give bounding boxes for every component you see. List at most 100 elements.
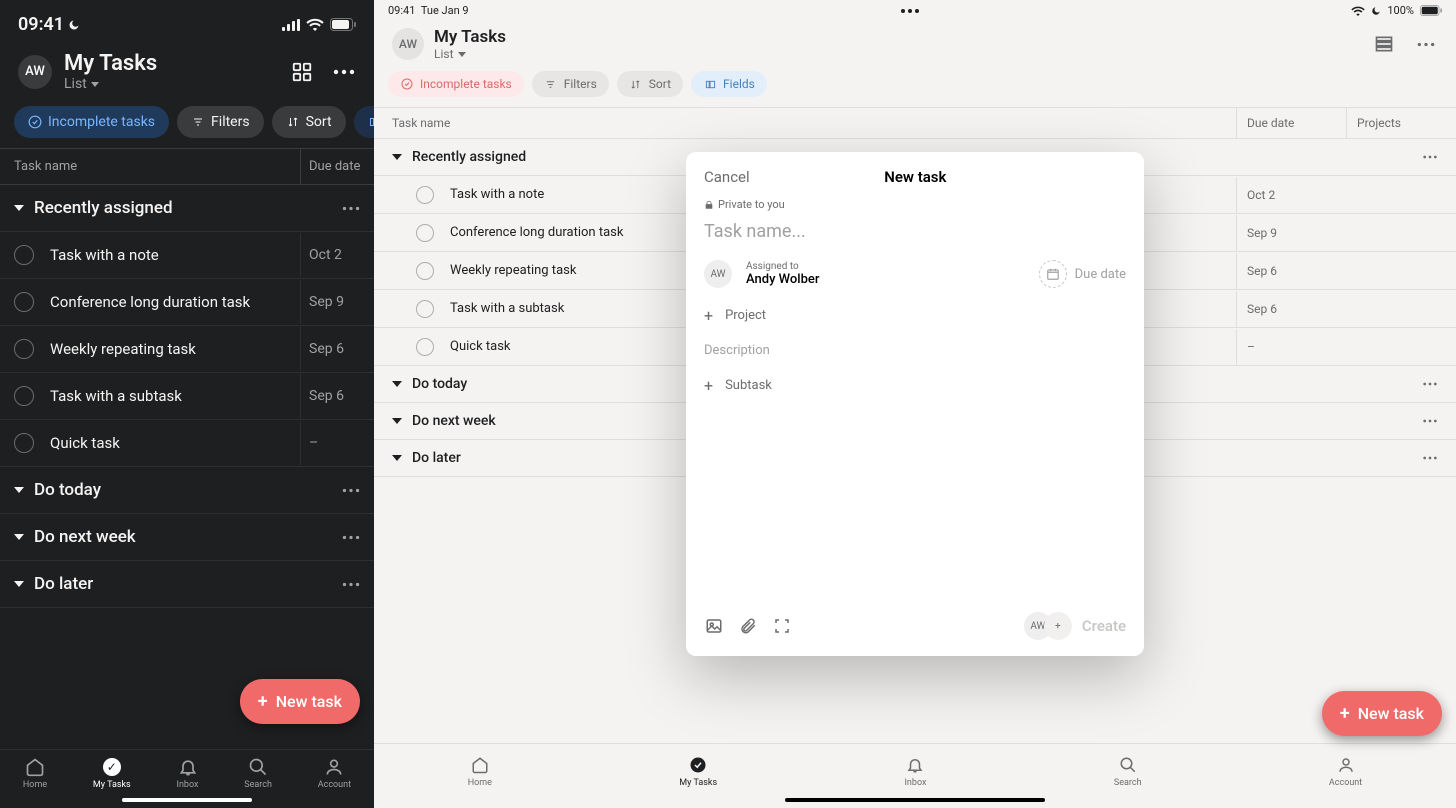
moon-icon xyxy=(68,19,80,31)
filter-icon xyxy=(191,115,205,129)
task-row[interactable]: Quick task– xyxy=(0,420,374,467)
subtask-field[interactable]: +Subtask xyxy=(704,376,1126,395)
tab-inbox[interactable]: Inbox xyxy=(177,756,199,790)
chip-fields[interactable]: Fields xyxy=(691,71,767,97)
view-selector[interactable]: List xyxy=(64,76,157,92)
assignee-avatar[interactable]: AW xyxy=(704,260,732,288)
more-icon[interactable] xyxy=(342,535,360,540)
expand-icon[interactable] xyxy=(772,616,792,636)
tab-mytasks[interactable]: My Tasks xyxy=(679,754,717,788)
description-input[interactable]: Description xyxy=(704,343,1126,358)
tablet-statusbar: 09:41 Tue Jan 9 100% xyxy=(374,0,1456,21)
page-title: My Tasks xyxy=(64,51,157,76)
view-selector[interactable]: List xyxy=(434,47,506,61)
task-row[interactable]: Task with a noteOct 2 xyxy=(0,232,374,279)
tab-home[interactable]: Home xyxy=(468,754,492,788)
new-task-button[interactable]: +New task xyxy=(1322,691,1442,736)
task-row[interactable]: Conference long duration taskSep 9 xyxy=(0,279,374,326)
assignee-field[interactable]: Assigned to Andy Wolber xyxy=(746,261,819,287)
task-row[interactable]: Weekly repeating taskSep 6 xyxy=(0,326,374,373)
due-date-field[interactable]: Due date xyxy=(1039,260,1126,288)
section-recently[interactable]: Recently assigned xyxy=(0,185,374,232)
statusbar-date: Tue Jan 9 xyxy=(421,4,469,17)
plus-icon: + xyxy=(1340,703,1350,724)
create-button[interactable]: Create xyxy=(1082,617,1126,635)
tab-inbox[interactable]: Inbox xyxy=(904,754,926,788)
attachment-icon[interactable] xyxy=(738,616,758,636)
chip-filters[interactable]: Filters xyxy=(532,71,609,97)
project-field[interactable]: +Project xyxy=(704,306,1126,325)
more-icon[interactable] xyxy=(1422,382,1438,386)
check-circle-icon[interactable] xyxy=(416,300,434,318)
more-icon[interactable] xyxy=(1414,32,1438,56)
chip-sort[interactable]: Sort xyxy=(272,106,346,138)
check-circle-icon[interactable] xyxy=(14,339,34,359)
avatar[interactable]: AW xyxy=(392,28,424,60)
wifi-icon xyxy=(306,18,324,31)
statusbar-time: 09:41 xyxy=(388,4,415,17)
task-name-input[interactable]: Task name... xyxy=(704,221,1126,242)
chevron-down-icon xyxy=(392,381,402,387)
tab-account[interactable]: Account xyxy=(1329,754,1362,788)
check-circle-icon[interactable] xyxy=(14,292,34,312)
chip-fields[interactable]: Fields xyxy=(354,106,374,138)
check-circle-icon[interactable] xyxy=(14,245,34,265)
check-circle-icon[interactable] xyxy=(416,262,434,280)
home-indicator xyxy=(122,798,252,802)
tab-search[interactable]: Search xyxy=(1114,754,1142,788)
battery-icon xyxy=(1420,5,1442,16)
tab-account[interactable]: Account xyxy=(318,756,351,790)
more-icon[interactable] xyxy=(1422,456,1438,460)
tab-home[interactable]: Home xyxy=(23,756,47,790)
chip-incomplete[interactable]: Incomplete tasks xyxy=(388,71,524,97)
chevron-down-icon xyxy=(14,581,24,587)
home-indicator xyxy=(785,798,1045,802)
check-circle-icon xyxy=(400,77,414,91)
search-icon xyxy=(1117,754,1139,776)
followers[interactable]: AW + xyxy=(1024,612,1072,640)
home-icon xyxy=(24,756,46,778)
section-today[interactable]: Do today xyxy=(0,467,374,514)
layout-icon[interactable] xyxy=(1372,32,1396,56)
col-due-date: Due date xyxy=(300,149,374,184)
tab-mytasks[interactable]: ✓My Tasks xyxy=(93,756,131,790)
tab-search[interactable]: Search xyxy=(244,756,272,790)
plus-icon: + xyxy=(258,691,268,712)
filter-icon xyxy=(544,77,558,91)
more-icon[interactable] xyxy=(342,206,360,211)
moon-icon xyxy=(1371,6,1381,16)
chevron-down-icon xyxy=(458,52,466,57)
task-row[interactable]: Task with a subtaskSep 6 xyxy=(0,373,374,420)
statusbar-time: 09:41 xyxy=(18,14,64,35)
more-icon[interactable] xyxy=(1422,155,1438,159)
section-nextweek[interactable]: Do next week xyxy=(0,514,374,561)
check-circle-icon[interactable] xyxy=(14,386,34,406)
cancel-button[interactable]: Cancel xyxy=(704,168,750,186)
tablet-header: AW My Tasks List xyxy=(374,21,1456,71)
image-icon[interactable] xyxy=(704,616,724,636)
layout-icon[interactable] xyxy=(290,60,314,84)
more-icon[interactable] xyxy=(342,582,360,587)
home-icon xyxy=(469,754,491,776)
col-task-name: Task name xyxy=(0,149,300,184)
filter-chips: Incomplete tasks Filters Sort Fields xyxy=(0,106,374,148)
check-circle-icon[interactable] xyxy=(416,224,434,242)
chip-sort[interactable]: Sort xyxy=(617,71,683,97)
more-icon[interactable] xyxy=(342,488,360,493)
avatar[interactable]: AW xyxy=(18,55,52,89)
multitask-handle xyxy=(896,9,924,13)
section-later[interactable]: Do later xyxy=(0,561,374,608)
chevron-down-icon xyxy=(392,455,402,461)
plus-icon: + xyxy=(704,376,713,395)
add-follower-button[interactable]: + xyxy=(1044,612,1072,640)
more-icon[interactable] xyxy=(332,60,356,84)
phone-header: AW My Tasks List xyxy=(0,41,374,106)
check-circle-icon[interactable] xyxy=(416,338,434,356)
new-task-button[interactable]: +New task xyxy=(240,679,360,724)
chip-filters[interactable]: Filters xyxy=(177,106,264,138)
lock-icon xyxy=(704,200,714,210)
check-circle-icon[interactable] xyxy=(14,433,34,453)
check-circle-icon[interactable] xyxy=(416,186,434,204)
more-icon[interactable] xyxy=(1422,419,1438,423)
chip-incomplete[interactable]: Incomplete tasks xyxy=(14,106,169,138)
